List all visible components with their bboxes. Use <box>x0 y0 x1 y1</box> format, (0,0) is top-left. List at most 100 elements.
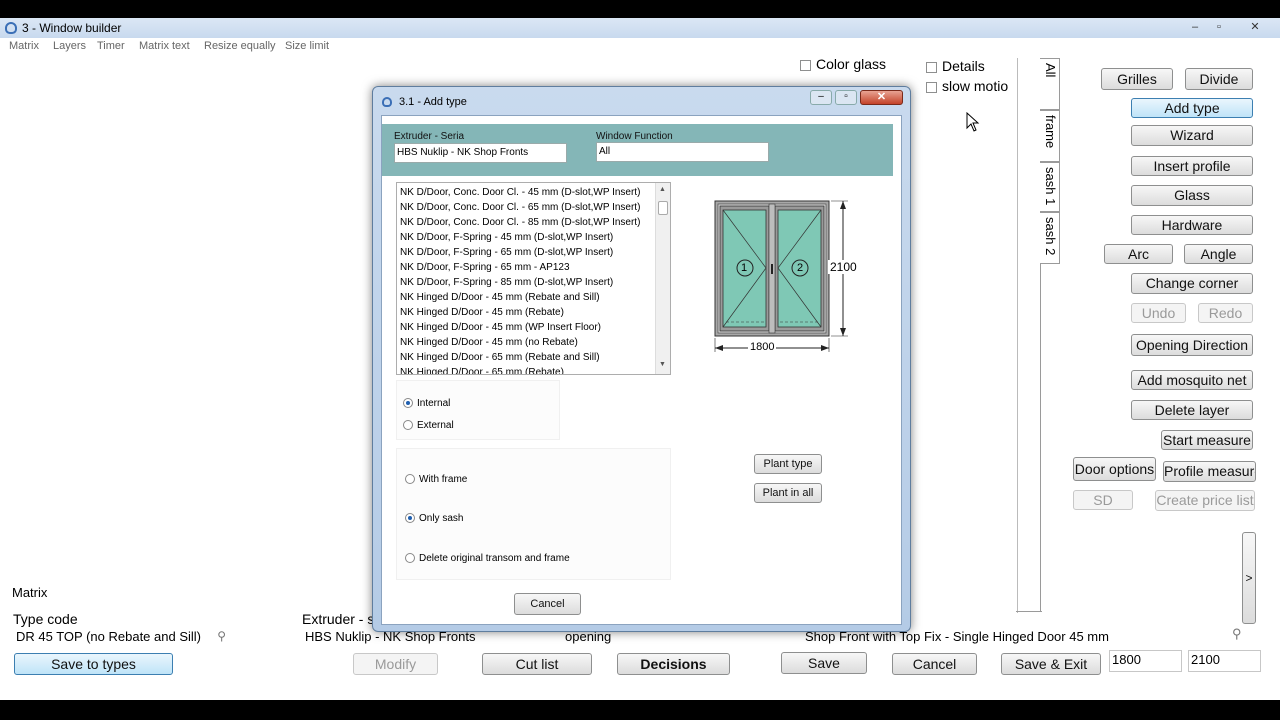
add-type-button[interactable]: Add type <box>1131 98 1253 118</box>
menu-matrix-text[interactable]: Matrix text <box>139 40 190 52</box>
redo-button[interactable]: Redo <box>1198 303 1253 323</box>
tab-all[interactable]: All <box>1040 58 1060 110</box>
delete-original-radio[interactable]: Delete original transom and frame <box>405 553 570 564</box>
window-title: 3 - Window builder <box>22 21 122 35</box>
list-item[interactable]: NK D/Door, F-Spring - 65 mm - AP123 <box>400 262 570 273</box>
external-radio[interactable]: External <box>403 420 454 431</box>
maximize-icon[interactable]: ▫ <box>1208 20 1230 35</box>
door-options-button[interactable]: Door options <box>1073 457 1156 481</box>
radio-selected-icon[interactable] <box>405 513 415 524</box>
close-icon[interactable]: ✕ <box>1244 20 1266 35</box>
list-item[interactable]: NK Hinged D/Door - 45 mm (WP Insert Floo… <box>400 322 601 333</box>
scroll-thumb[interactable] <box>658 201 668 215</box>
list-item[interactable]: NK D/Door, F-Spring - 45 mm (D-slot,WP I… <box>400 232 613 243</box>
expand-panel-button[interactable]: > <box>1242 532 1256 624</box>
create-price-list-button[interactable]: Create price list <box>1155 490 1255 511</box>
dialog-title: 3.1 - Add type <box>399 96 467 108</box>
plant-type-button[interactable]: Plant type <box>754 454 822 474</box>
list-item[interactable]: NK D/Door, Conc. Door Cl. - 85 mm (D-slo… <box>400 217 640 228</box>
list-item[interactable]: NK Hinged D/Door - 65 mm (Rebate and Sil… <box>400 352 600 363</box>
radio-icon[interactable] <box>403 420 413 431</box>
save-exit-button[interactable]: Save & Exit <box>1001 653 1101 675</box>
type-code-field[interactable]: DR 45 TOP (no Rebate and Sill) ⚲ <box>13 627 227 645</box>
change-corner-button[interactable]: Change corner <box>1131 273 1253 294</box>
list-scrollbar[interactable]: ▲ ▼ <box>655 183 670 374</box>
width-input[interactable]: 1800 <box>1109 650 1182 672</box>
canvas-divider <box>1017 58 1018 613</box>
tab-sash-1[interactable]: sash 1 <box>1040 162 1060 212</box>
dialog-cancel-button[interactable]: Cancel <box>514 593 581 615</box>
hardware-button[interactable]: Hardware <box>1131 215 1253 235</box>
menu-matrix[interactable]: Matrix <box>9 40 39 52</box>
minimize-icon[interactable]: ‒ <box>1184 20 1206 35</box>
matrix-label: Matrix <box>12 585 48 600</box>
tab-sash-2[interactable]: sash 2 <box>1040 212 1060 264</box>
angle-button[interactable]: Angle <box>1184 244 1253 264</box>
modify-button[interactable]: Modify <box>353 653 438 675</box>
opening-direction-button[interactable]: Opening Direction <box>1131 334 1253 356</box>
menu-resize-equally[interactable]: Resize equally <box>204 40 276 52</box>
menu-layers[interactable]: Layers <box>53 40 86 52</box>
radio-selected-icon[interactable] <box>403 398 413 409</box>
dialog-close-icon[interactable]: ✕ <box>860 90 903 105</box>
decisions-button[interactable]: Decisions <box>617 653 730 675</box>
internal-radio[interactable]: Internal <box>403 398 450 409</box>
list-item[interactable]: NK D/Door, Conc. Door Cl. - 65 mm (D-slo… <box>400 202 640 213</box>
color-glass-checkbox[interactable]: Color glass <box>800 56 886 72</box>
start-measure-button[interactable]: Start measure <box>1161 430 1253 450</box>
insert-profile-button[interactable]: Insert profile <box>1131 156 1253 176</box>
divide-button[interactable]: Divide <box>1185 68 1253 90</box>
slow-motion-box[interactable] <box>926 81 937 93</box>
dialog-app-icon <box>382 97 392 107</box>
wizard-button[interactable]: Wizard <box>1131 125 1253 146</box>
list-item[interactable]: NK D/Door, F-Spring - 65 mm (D-slot,WP I… <box>400 247 613 258</box>
dialog-maximize-icon[interactable]: ▫ <box>835 90 857 105</box>
list-item[interactable]: NK Hinged D/Door - 45 mm (no Rebate) <box>400 337 578 348</box>
extruder-seria-field[interactable]: HBS Nuklip - NK Shop Fronts <box>394 143 567 163</box>
undo-button[interactable]: Undo <box>1131 303 1186 323</box>
only-sash-radio[interactable]: Only sash <box>405 513 463 524</box>
save-button[interactable]: Save <box>781 652 867 674</box>
delete-layer-button[interactable]: Delete layer <box>1131 400 1253 420</box>
details-box[interactable] <box>926 61 937 73</box>
tab-frame[interactable]: frame <box>1040 110 1060 162</box>
title-bar: 3 - Window builder ‒ ▫ ✕ <box>0 18 1280 38</box>
menu-timer[interactable]: Timer <box>97 40 125 52</box>
list-item[interactable]: NK D/Door, Conc. Door Cl. - 45 mm (D-slo… <box>400 187 640 198</box>
profile-measure-button[interactable]: Profile measure <box>1163 461 1256 482</box>
details-checkbox[interactable]: Details <box>926 58 985 74</box>
window-function-label: Window Function <box>596 131 673 142</box>
list-item[interactable]: NK D/Door, F-Spring - 85 mm (D-slot,WP I… <box>400 277 613 288</box>
sd-button[interactable]: SD <box>1073 490 1133 510</box>
height-input[interactable]: 2100 <box>1188 650 1261 672</box>
sash-1-number: 1 <box>741 262 748 274</box>
color-glass-box[interactable] <box>800 59 811 71</box>
scroll-up-icon[interactable]: ▲ <box>659 186 666 193</box>
save-to-types-button[interactable]: Save to types <box>14 653 173 675</box>
arc-button[interactable]: Arc <box>1104 244 1173 264</box>
description-search-icon[interactable]: ⚲ <box>1232 626 1242 642</box>
with-frame-radio[interactable]: With frame <box>405 474 467 485</box>
menu-size-limit[interactable]: Size limit <box>285 40 329 52</box>
grilles-button[interactable]: Grilles <box>1101 68 1173 90</box>
list-item[interactable]: NK Hinged D/Door - 45 mm (Rebate) <box>400 307 564 318</box>
search-icon[interactable]: ⚲ <box>217 629 226 643</box>
cancel-button[interactable]: Cancel <box>892 653 977 675</box>
dialog-minimize-icon[interactable]: ‒ <box>810 90 832 105</box>
type-code-label: Type code <box>13 611 78 627</box>
profile-list[interactable]: NK D/Door, Conc. Door Cl. - 45 mm (D-slo… <box>396 182 671 375</box>
scroll-down-icon[interactable]: ▼ <box>659 361 666 368</box>
plant-in-all-button[interactable]: Plant in all <box>754 483 822 503</box>
dialog-header: Extruder - Seria HBS Nuklip - NK Shop Fr… <box>382 124 893 176</box>
list-item[interactable]: NK Hinged D/Door - 45 mm (Rebate and Sil… <box>400 292 600 303</box>
radio-icon[interactable] <box>405 474 415 485</box>
glass-button[interactable]: Glass <box>1131 185 1253 206</box>
list-item[interactable]: NK Hinged D/Door - 65 mm (Rebate) <box>400 367 564 374</box>
slow-motion-checkbox[interactable]: slow motio <box>926 78 1008 94</box>
add-mosquito-net-button[interactable]: Add mosquito net <box>1131 370 1253 390</box>
cut-list-button[interactable]: Cut list <box>482 653 592 675</box>
app-icon <box>5 22 17 34</box>
radio-icon[interactable] <box>405 553 415 564</box>
sash-2-number: 2 <box>797 262 804 274</box>
window-function-field[interactable]: All <box>596 142 769 162</box>
